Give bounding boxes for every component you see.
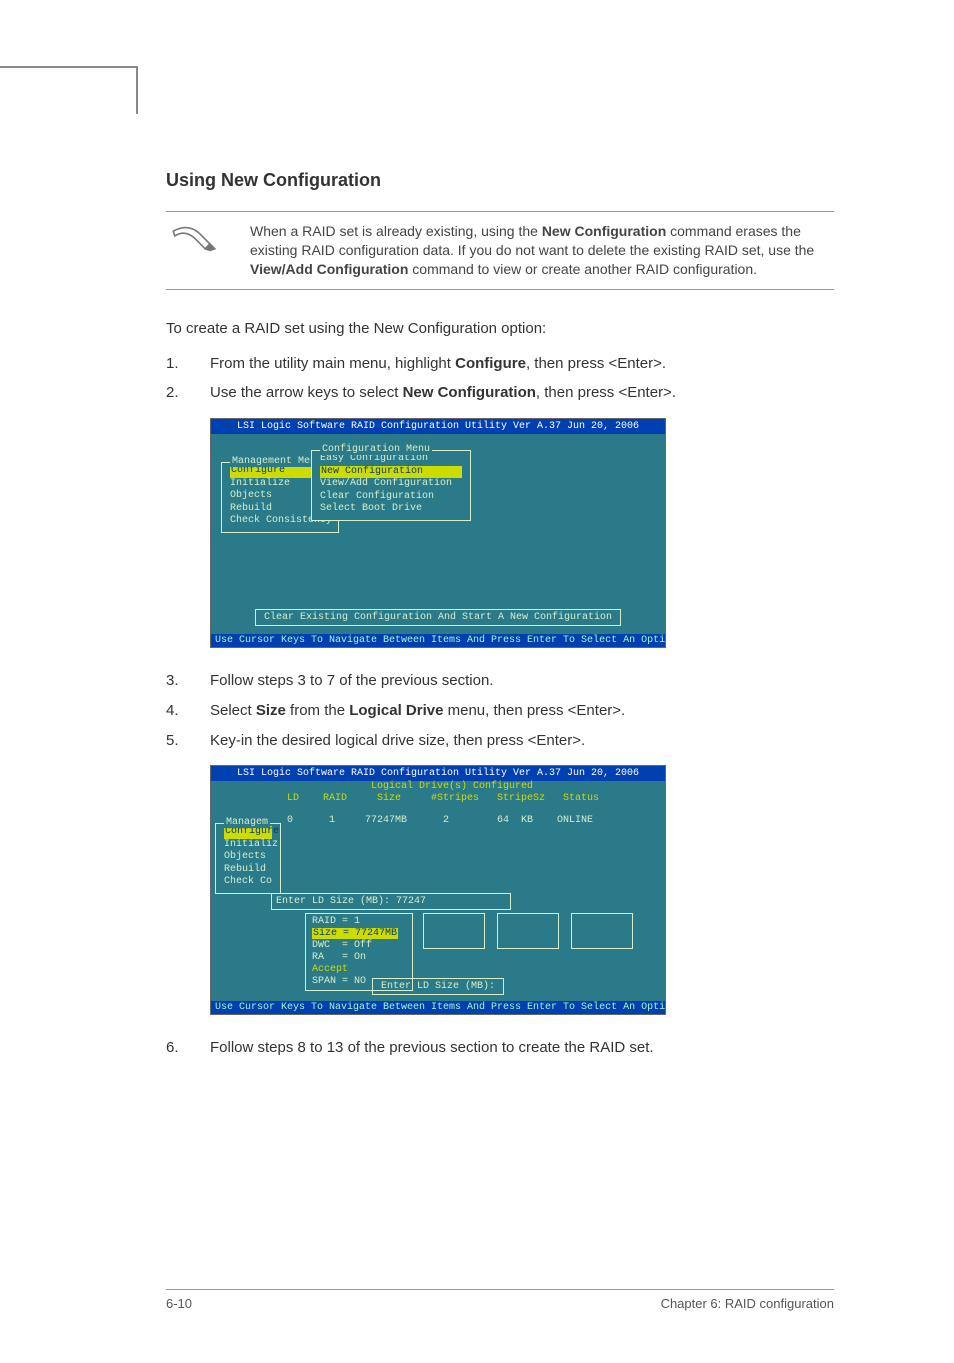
step-5: Key-in the desired logical drive size, t… [166,730,834,752]
note-bold-1: New Configuration [542,223,666,239]
bios2-opt-size: Size = 77247MB [312,928,406,940]
bios1-cfg-item-view: View/Add Configuration [320,478,462,491]
bios-screenshot-1: LSI Logic Software RAID Configuration Ut… [210,418,666,648]
step-1b: Configure [455,355,526,372]
step-4: Select Size from the Logical Drive menu,… [166,700,834,722]
note-block: When a RAID set is already existing, usi… [166,211,834,290]
step-2: Use the arrow keys to select New Configu… [166,382,834,404]
chapter-label: Chapter 6: RAID configuration [661,1296,834,1311]
step-2c: , then press <Enter>. [536,384,676,401]
bios-screenshot-2: LSI Logic Software RAID Configuration Ut… [210,765,666,1015]
bios1-hint: Clear Existing Configuration And Start A… [255,609,621,626]
bios1-cfg-item-new: New Configuration [320,466,462,479]
bios1-cfg-item-new-label: New Configuration [321,466,423,477]
note-pencil-icon [166,222,222,279]
step-1c: , then press <Enter>. [526,355,666,372]
bios2-mgmt-title: Managem [224,817,270,828]
step-1a: From the utility main menu, highlight [210,355,455,372]
bios2-head: LD RAID Size #Stripes StripeSz Status [281,793,599,804]
bios2-bar-1 [423,913,485,949]
bios2-opt-dwc: DWC = Off [312,940,406,952]
bios2-bar-2 [497,913,559,949]
section-heading: Using New Configuration [166,170,834,191]
bios2-row: 0 1 77247MB 2 64 KB ONLINE [281,815,593,826]
bios2-bar-3 [571,913,633,949]
note-bold-3: View/Add Configuration [250,261,408,277]
bios2-opt-raid: RAID = 1 [312,916,406,928]
bios2-subtitle: Logical Drive(s) Configured [371,781,533,792]
bios2-mgmt-item-check: Check Co [224,876,272,889]
note-part-4: command to view or create another RAID c… [408,261,757,277]
bios1-cfg-box: Configuration Menu Easy Configuration Ne… [311,450,471,521]
bios2-title: LSI Logic Software RAID Configuration Ut… [211,766,665,781]
bios2-opt-ra: RA = On [312,952,406,964]
bios2-input-label: Enter LD Size (MB): 77247 [271,893,511,910]
step-4b: Size [256,702,286,719]
bios1-cfg-title: Configuration Menu [320,444,432,455]
note-part-0: When a RAID set is already existing, usi… [250,223,542,239]
bios1-footer: Use Cursor Keys To Navigate Between Item… [211,634,665,647]
bios1-cfg-item-clear: Clear Configuration [320,491,462,504]
step-4d: Logical Drive [349,702,443,719]
step-4a: Select [210,702,256,719]
step-3: Follow steps 3 to 7 of the previous sect… [166,670,834,692]
bios2-footer: Use Cursor Keys To Navigate Between Item… [211,1001,665,1014]
step-2b: New Configuration [403,384,536,401]
steps-list-2: Follow steps 3 to 7 of the previous sect… [166,670,834,751]
bios1-body: Management Menu Configure Initialize Obj… [211,434,665,634]
steps-list-3: Follow steps 8 to 13 of the previous sec… [166,1037,834,1059]
step-1: From the utility main menu, highlight Co… [166,353,834,375]
step-4c: from the [286,702,349,719]
bios2-mgmt-item-objects: Objects [224,851,272,864]
page-number: 6-10 [166,1296,192,1311]
step-4e: menu, then press <Enter>. [443,702,625,719]
bios2-opt-accept: Accept [312,964,406,976]
bios1-mgmt-title: Management Menu [230,456,324,467]
note-text: When a RAID set is already existing, usi… [250,222,834,279]
page-footer: 6-10 Chapter 6: RAID configuration [166,1289,834,1311]
corner-rule-v [136,66,138,114]
steps-list: From the utility main menu, highlight Co… [166,353,834,405]
bios2-mgmt-item-rebuild: Rebuild [224,864,272,877]
bios2-hint: Enter LD Size (MB): [372,978,504,995]
bios2-mgmt-item-initializ: Initializ [224,839,272,852]
intro-text: To create a RAID set using the New Confi… [166,320,834,337]
bios2-opt-size-sel: Size = 77247MB [312,928,398,939]
bios1-cfg-item-boot: Select Boot Drive [320,503,462,516]
corner-rule-h [0,66,136,68]
step-6: Follow steps 8 to 13 of the previous sec… [166,1037,834,1059]
bios2-body: Logical Drive(s) Configured LD RAID Size… [211,781,665,1001]
bios2-mgmt-box: Managem Configure Initializ Objects Rebu… [215,823,281,894]
step-2a: Use the arrow keys to select [210,384,403,401]
bios1-title: LSI Logic Software RAID Configuration Ut… [211,419,665,434]
